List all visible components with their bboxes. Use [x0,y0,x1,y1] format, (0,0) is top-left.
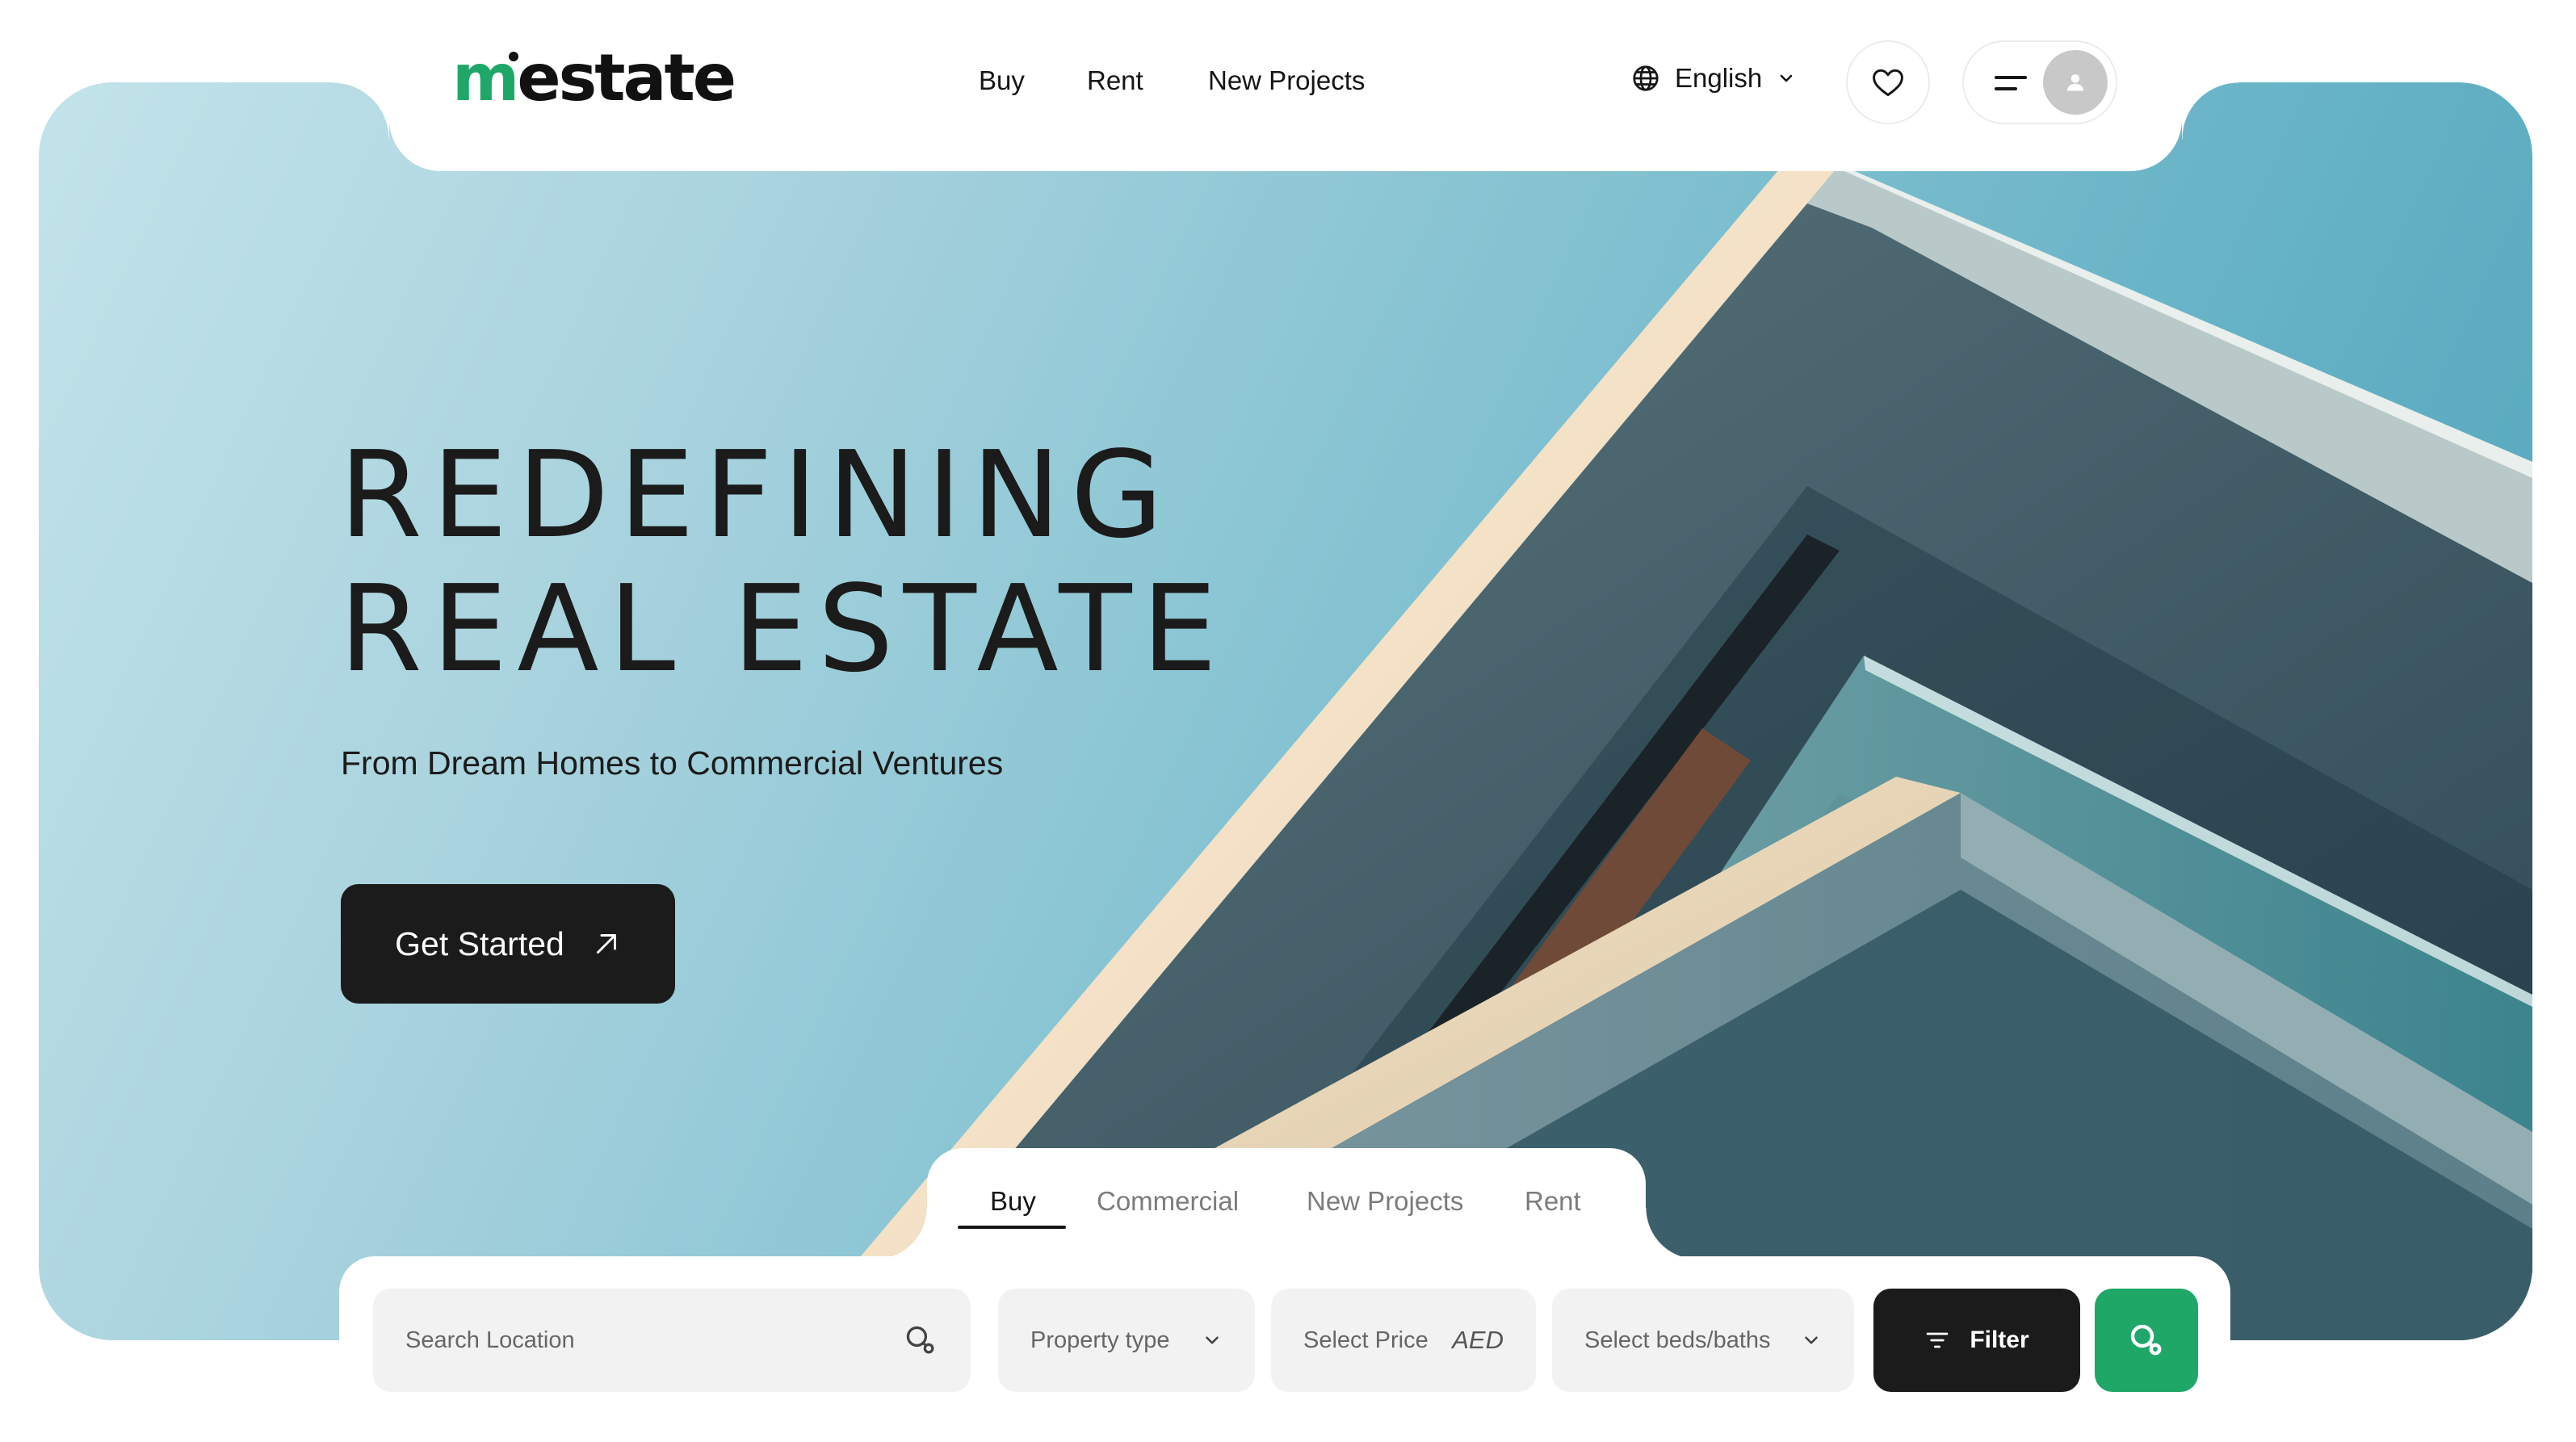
logo-dot [509,52,518,61]
nav-link-new-projects[interactable]: New Projects [1208,65,1365,97]
headline-line-2: REAL ESTATE [339,560,1227,698]
search-tabs: Buy Commercial New Projects Rent [875,1148,1697,1260]
tab-buy[interactable]: Buy [990,1185,1036,1218]
tab-commercial[interactable]: Commercial [1097,1185,1239,1218]
chevron-down-icon [1206,1336,1219,1344]
nav-link-buy[interactable]: Buy [979,65,1025,97]
search-bar: Search Location Property type Select Pri… [339,1256,2230,1442]
heart-icon [1873,69,1903,97]
get-started-label: Get Started [395,924,564,962]
price-label: Select Price [1303,1327,1429,1353]
avatar [2043,50,2108,115]
logo-accent: m [452,40,519,115]
property-type-select[interactable]: Property type [998,1289,1255,1392]
chevron-down-icon [1780,74,1793,82]
brand-logo[interactable]: mestate [452,40,736,115]
filter-button[interactable]: Filter [1873,1289,2080,1392]
arrow-up-right-icon [596,934,616,954]
chevron-down-icon [1805,1336,1818,1344]
beds-baths-select[interactable]: Select beds/baths [1552,1289,1854,1392]
location-search-input[interactable]: Search Location [373,1289,971,1392]
hero-headline: REDEFINING REAL ESTATE [339,428,1227,696]
filter-icon [1926,1332,1949,1348]
currency-label: AED [1452,1326,1504,1354]
search-icon [906,1326,934,1354]
price-select[interactable]: Select Price AED [1271,1289,1536,1392]
language-selector[interactable]: English [1631,63,1796,94]
property-type-label: Property type [1030,1327,1170,1353]
language-label: English [1675,63,1763,93]
logo-rest: estate [517,40,736,115]
globe-icon [1633,65,1659,91]
tab-rent[interactable]: Rent [1525,1185,1581,1218]
menu-icon [1995,76,2027,90]
headline-line-1: REDEFINING [339,425,1173,564]
active-tab-indicator [958,1226,1066,1229]
location-placeholder: Search Location [405,1327,575,1353]
tab-new-projects[interactable]: New Projects [1307,1185,1463,1218]
beds-baths-label: Select beds/baths [1584,1327,1771,1353]
hero-subheadline: From Dream Homes to Commercial Ventures [341,744,1004,782]
search-icon [2130,1324,2162,1356]
get-started-button[interactable]: Get Started [341,884,675,1004]
nav-link-rent[interactable]: Rent [1087,65,1143,97]
favorites-button[interactable] [1846,40,1930,124]
search-submit-button[interactable] [2095,1289,2198,1392]
user-icon [2067,74,2083,91]
filter-label: Filter [1970,1327,2029,1353]
account-menu-button[interactable] [1962,40,2117,124]
